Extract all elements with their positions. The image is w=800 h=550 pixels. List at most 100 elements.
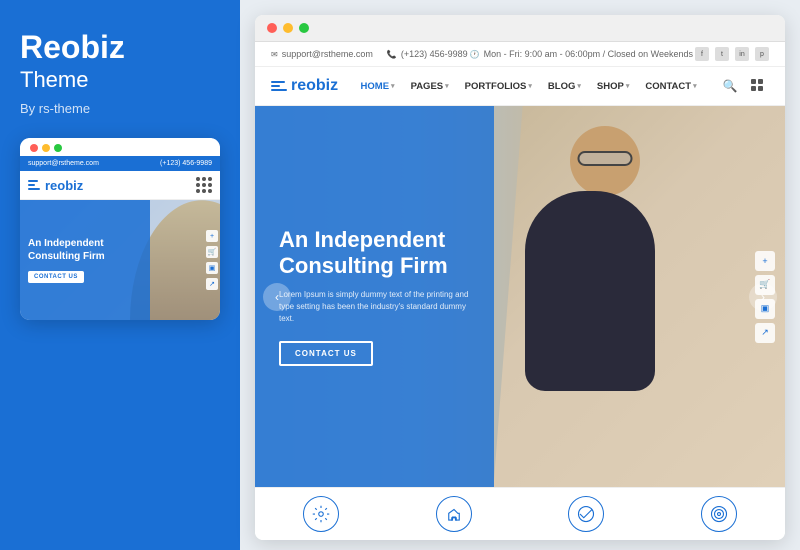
grid-dot bbox=[196, 189, 200, 193]
nav-blog-arrow: ▾ bbox=[577, 82, 581, 90]
mobile-hero-title: An Independent Consulting Firm bbox=[28, 237, 142, 263]
mobile-chrome-bar bbox=[20, 138, 220, 156]
site-logo: reobiz bbox=[271, 77, 338, 95]
nav-contact-label: CONTACT bbox=[645, 81, 691, 92]
mobile-info-bar: support@rstheme.com (+123) 456-9989 bbox=[20, 156, 220, 171]
mobile-side-icon-img[interactable]: ▣ bbox=[206, 262, 218, 274]
mobile-side-icon-cart[interactable]: 🛒 bbox=[206, 246, 218, 258]
hero-zoom-icon[interactable]: + bbox=[755, 251, 775, 271]
hero-title: An Independent Consulting Firm bbox=[279, 227, 470, 280]
hero-cta-button[interactable]: CONTACT US bbox=[279, 341, 373, 366]
mobile-logo: reobiz bbox=[28, 178, 83, 193]
site-email-item: ✉ support@rstheme.com bbox=[271, 49, 373, 59]
nav-shop-arrow: ▾ bbox=[626, 82, 630, 90]
mobile-sidebar-icons: + 🛒 ▣ ↗ bbox=[206, 230, 218, 290]
site-social-icons: f t in p bbox=[695, 47, 769, 61]
grid-dot bbox=[202, 183, 206, 187]
nav-contact[interactable]: CONTACT ▾ bbox=[638, 77, 703, 96]
hero-prev-button[interactable]: ‹ bbox=[263, 283, 291, 311]
feature-item-2 bbox=[436, 496, 472, 532]
mobile-dot-red bbox=[30, 144, 38, 152]
grid-dot bbox=[208, 189, 212, 193]
site-info-left: ✉ support@rstheme.com 📞 (+123) 456-9989 bbox=[271, 49, 468, 59]
grid-view-icon[interactable] bbox=[747, 75, 769, 97]
feature-settings-icon bbox=[303, 496, 339, 532]
site-hero: An Independent Consulting Firm Lorem Ips… bbox=[255, 106, 785, 487]
browser-dot-yellow bbox=[283, 23, 293, 33]
mobile-menu-icon[interactable] bbox=[196, 177, 212, 193]
mobile-hero: An Independent Consulting Firm CONTACT U… bbox=[20, 200, 220, 320]
mobile-logo-bars-icon bbox=[28, 180, 40, 190]
nav-portfolios-arrow: ▾ bbox=[528, 82, 532, 90]
pinterest-icon[interactable]: p bbox=[755, 47, 769, 61]
browser-dot-red bbox=[267, 23, 277, 33]
linkedin-icon[interactable]: in bbox=[735, 47, 749, 61]
mobile-phone: (+123) 456-9989 bbox=[160, 160, 212, 167]
feature-handshake-icon bbox=[436, 496, 472, 532]
nav-icons: 🔍 bbox=[719, 75, 769, 97]
phone-icon: 📞 bbox=[387, 50, 397, 59]
hero-side-icons: + 🛒 ▣ ↗ bbox=[755, 251, 775, 343]
browser-dot-green bbox=[299, 23, 309, 33]
site-phone-item: 📞 (+123) 456-9989 bbox=[387, 49, 468, 59]
nav-pages[interactable]: PAGES ▾ bbox=[404, 77, 456, 96]
site-hours-item: 🕐 Mon - Fri: 9:00 am - 06:00pm / Closed … bbox=[470, 49, 693, 59]
mobile-side-icon-share[interactable]: ↗ bbox=[206, 278, 218, 290]
grid-dot bbox=[202, 189, 206, 193]
left-panel: Reobiz Theme By rs-theme support@rstheme… bbox=[0, 0, 240, 550]
mobile-dot-yellow bbox=[42, 144, 50, 152]
hero-image-icon[interactable]: ▣ bbox=[755, 299, 775, 319]
nav-home-label: HOME bbox=[361, 81, 390, 92]
browser-chrome bbox=[255, 15, 785, 42]
site-info-bar: ✉ support@rstheme.com 📞 (+123) 456-9989 … bbox=[255, 42, 785, 67]
twitter-icon[interactable]: t bbox=[715, 47, 729, 61]
mobile-mockup: support@rstheme.com (+123) 456-9989 reob… bbox=[20, 138, 220, 320]
logo-bars-icon bbox=[271, 81, 287, 91]
nav-portfolios[interactable]: PORTFOLIOS ▾ bbox=[458, 77, 539, 96]
grid-dot bbox=[208, 183, 212, 187]
grid-dot bbox=[202, 177, 206, 181]
nav-contact-arrow: ▾ bbox=[693, 82, 697, 90]
clock-icon: 🕐 bbox=[470, 50, 480, 59]
hero-person-figure bbox=[505, 116, 705, 416]
nav-shop[interactable]: SHOP ▾ bbox=[590, 77, 636, 96]
logo-bar-2 bbox=[271, 85, 280, 87]
nav-home-arrow: ▾ bbox=[391, 82, 395, 90]
mobile-hero-overlay: An Independent Consulting Firm CONTACT U… bbox=[20, 200, 150, 320]
person-body bbox=[525, 191, 655, 391]
facebook-icon[interactable]: f bbox=[695, 47, 709, 61]
nav-shop-label: SHOP bbox=[597, 81, 624, 92]
hero-cart-icon[interactable]: 🛒 bbox=[755, 275, 775, 295]
brand-title: Reobiz bbox=[20, 30, 125, 65]
grid-dot bbox=[196, 183, 200, 187]
browser-window: ✉ support@rstheme.com 📞 (+123) 456-9989 … bbox=[255, 15, 785, 540]
nav-pages-arrow: ▾ bbox=[445, 82, 449, 90]
nav-blog[interactable]: BLOG ▾ bbox=[541, 77, 588, 96]
feature-item-4 bbox=[701, 496, 737, 532]
browser-body: ✉ support@rstheme.com 📞 (+123) 456-9989 … bbox=[255, 42, 785, 540]
feature-target-icon bbox=[701, 496, 737, 532]
grid-dot bbox=[196, 177, 200, 181]
logo-bar-3 bbox=[271, 89, 287, 91]
mobile-contact-button[interactable]: CONTACT US bbox=[28, 271, 84, 283]
mobile-email: support@rstheme.com bbox=[28, 160, 99, 167]
site-hours-text: Mon - Fri: 9:00 am - 06:00pm / Closed on… bbox=[484, 49, 693, 59]
mobile-nav: reobiz bbox=[20, 171, 220, 200]
hero-subtitle: Lorem Ipsum is simply dummy text of the … bbox=[279, 289, 470, 325]
grid-dot bbox=[208, 177, 212, 181]
brand-subtitle: Theme bbox=[20, 67, 88, 93]
person-glasses bbox=[578, 151, 633, 166]
mobile-dot-green bbox=[54, 144, 62, 152]
nav-blog-label: BLOG bbox=[548, 81, 575, 92]
mobile-logo-bar-1 bbox=[28, 180, 38, 182]
nav-portfolios-label: PORTFOLIOS bbox=[465, 81, 527, 92]
mobile-side-icon-plus[interactable]: + bbox=[206, 230, 218, 242]
hero-share-icon[interactable]: ↗ bbox=[755, 323, 775, 343]
mobile-logo-bar-2 bbox=[28, 184, 35, 186]
feature-item-3 bbox=[568, 496, 604, 532]
nav-home[interactable]: HOME ▾ bbox=[354, 77, 402, 96]
site-hours-center: 🕐 Mon - Fri: 9:00 am - 06:00pm / Closed … bbox=[470, 49, 693, 59]
feature-check-icon bbox=[568, 496, 604, 532]
search-icon[interactable]: 🔍 bbox=[719, 75, 741, 97]
brand-by: By rs-theme bbox=[20, 101, 90, 116]
